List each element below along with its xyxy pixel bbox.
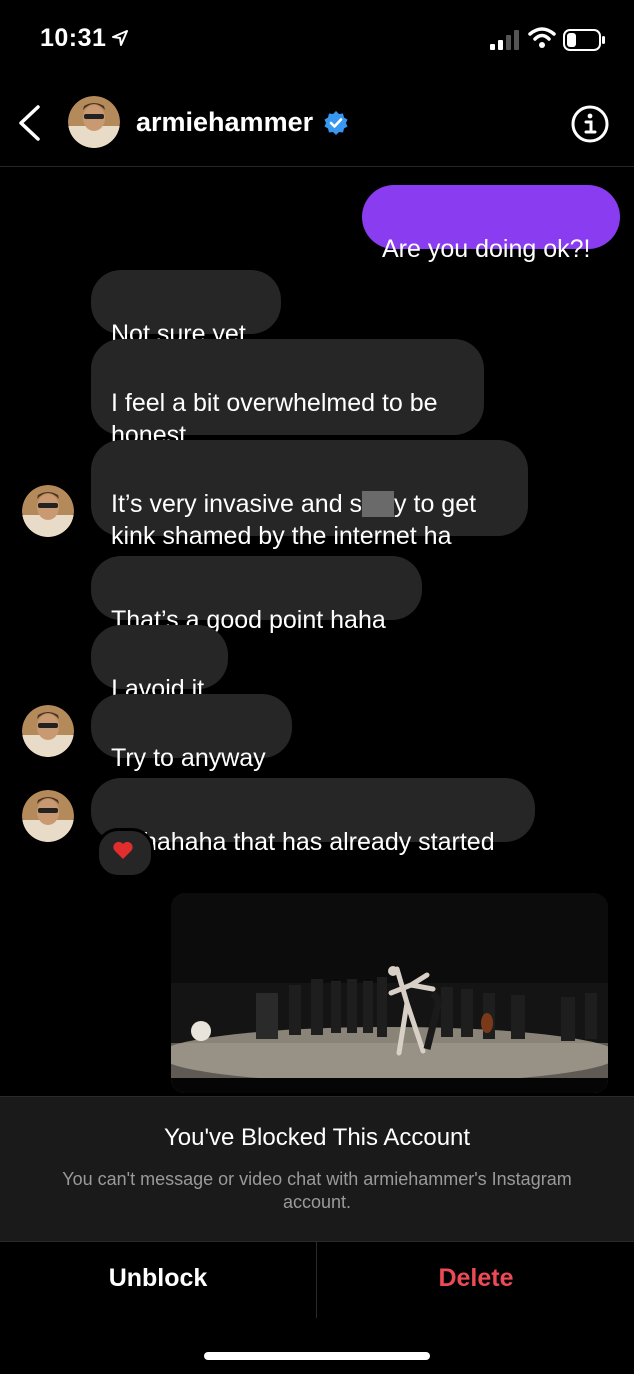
message-incoming[interactable]: Not sure yet.: [91, 270, 281, 348]
message-text: Hahahaha that has already started: [111, 828, 495, 856]
redaction-blur: [362, 491, 395, 517]
message-incoming[interactable]: I feel a bit overwhelmed to be honest: [91, 339, 484, 449]
username[interactable]: armiehammer: [136, 107, 313, 138]
message-incoming[interactable]: It’s very invasive and sy to get kink sh…: [91, 440, 528, 550]
header-divider: [0, 166, 634, 167]
message-incoming[interactable]: I avoid it: [91, 625, 228, 703]
verified-badge-icon: [324, 111, 348, 135]
message-text-before-redaction: It’s very invasive and s: [111, 490, 363, 518]
sender-avatar[interactable]: [22, 485, 74, 537]
heart-reaction-icon: [113, 841, 133, 859]
blocked-title: You've Blocked This Account: [163, 1124, 471, 1151]
message-incoming[interactable]: That’s a good point haha: [91, 556, 422, 634]
message-outgoing[interactable]: Are you doing ok?!: [362, 185, 620, 263]
sender-avatar[interactable]: [22, 705, 74, 757]
delete-button[interactable]: Delete: [318, 1264, 634, 1293]
message-text: Are you doing ok?!: [382, 235, 591, 263]
sender-avatar[interactable]: [22, 790, 74, 842]
message-text: Try to anyway: [111, 744, 266, 772]
video-message-thumbnail[interactable]: [171, 893, 608, 1093]
back-chevron-icon[interactable]: [14, 104, 44, 142]
location-arrow-icon: [112, 30, 128, 46]
home-indicator[interactable]: [204, 1352, 430, 1360]
wifi-icon: [528, 27, 556, 48]
info-icon[interactable]: [570, 104, 610, 144]
profile-avatar[interactable]: [68, 96, 120, 148]
actions-divider: [316, 1242, 317, 1318]
blocked-subtitle: You can't message or video chat with arm…: [62, 1169, 572, 1212]
message-incoming[interactable]: Try to anyway: [91, 694, 292, 772]
unblock-button[interactable]: Unblock: [0, 1264, 316, 1293]
cellular-signal-icon: [490, 30, 519, 50]
battery-icon: [563, 29, 605, 51]
status-time: 10:31: [40, 24, 107, 52]
message-incoming[interactable]: Hahahaha that has already started: [91, 778, 535, 856]
